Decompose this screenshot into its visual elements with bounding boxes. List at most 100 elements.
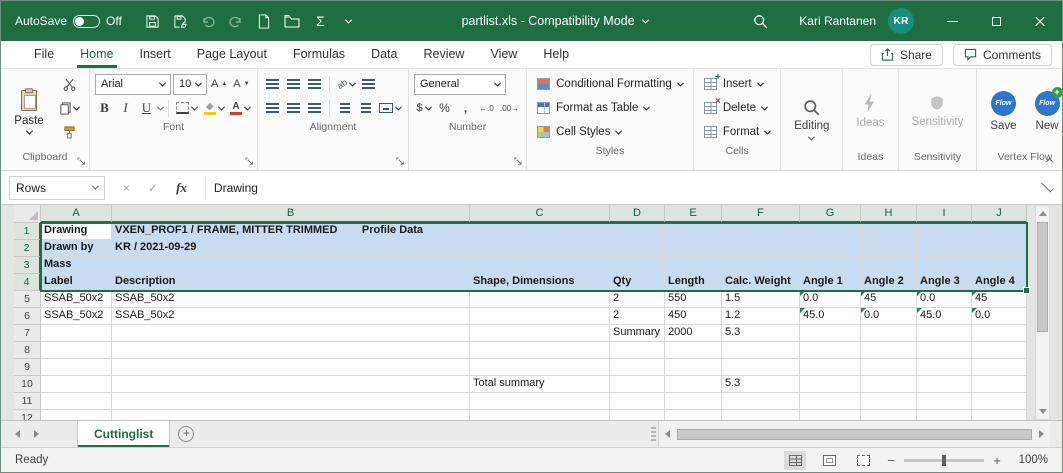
cell-C2[interactable] — [470, 240, 610, 257]
cell-F6[interactable]: 1.2 — [722, 308, 800, 325]
cell-E6[interactable]: 450 — [665, 308, 722, 325]
cell-H5[interactable]: 45 — [861, 291, 917, 308]
cell-F10[interactable]: 5.3 — [722, 376, 800, 393]
cell-I11[interactable] — [917, 393, 972, 410]
cell-C7[interactable] — [470, 325, 610, 342]
cell-B3[interactable] — [112, 257, 470, 274]
cell-A1[interactable]: Drawing — [41, 223, 112, 240]
cell-J4[interactable]: Angle 4 — [972, 274, 1027, 291]
window-title-area[interactable]: partlist.xls - Compatibility Mode — [361, 14, 748, 28]
cell-D4[interactable]: Qty — [610, 274, 665, 291]
cell-G8[interactable] — [800, 342, 861, 359]
cell-H11[interactable] — [861, 393, 917, 410]
orientation-button[interactable]: ab — [335, 74, 357, 95]
alignment-dialog-launcher[interactable] — [396, 157, 405, 166]
save-as-button[interactable] — [168, 8, 193, 34]
cell-G9[interactable] — [800, 359, 861, 376]
clipboard-dialog-launcher[interactable] — [77, 157, 86, 166]
tab-data[interactable]: Data — [358, 41, 410, 68]
align-left-button[interactable] — [263, 98, 282, 119]
add-sheet-button[interactable]: + — [170, 421, 202, 447]
cell-I4[interactable]: Angle 3 — [917, 274, 972, 291]
cell-E11[interactable] — [665, 393, 722, 410]
cell-F2[interactable] — [722, 240, 800, 257]
align-center-button[interactable] — [284, 98, 303, 119]
column-header-E[interactable]: E — [665, 205, 722, 223]
user-name[interactable]: Kari Rantanen — [799, 14, 876, 28]
row-header-3[interactable]: 3 — [14, 257, 41, 274]
cell-F3[interactable] — [722, 257, 800, 274]
flow-save-button[interactable]: Flow Save — [982, 72, 1024, 150]
save-button[interactable] — [140, 8, 165, 34]
zoom-level[interactable]: 100% — [1014, 454, 1048, 466]
column-header-H[interactable]: H — [861, 205, 917, 223]
cell-J5[interactable]: 45 — [972, 291, 1027, 308]
autosave-toggle[interactable]: AutoSave Off — [1, 14, 132, 28]
merge-center-button[interactable] — [377, 98, 403, 119]
cell-H2[interactable] — [861, 240, 917, 257]
cell-F5[interactable]: 1.5 — [722, 291, 800, 308]
percent-style-button[interactable]: % — [435, 98, 454, 119]
autosave-switch-icon[interactable] — [73, 15, 100, 28]
cell-H8[interactable] — [861, 342, 917, 359]
cell-J11[interactable] — [972, 393, 1027, 410]
cell-F8[interactable] — [722, 342, 800, 359]
italic-button[interactable]: I — [116, 98, 135, 119]
cell-C4[interactable]: Shape, Dimensions — [470, 274, 610, 291]
cell-G4[interactable]: Angle 1 — [800, 274, 861, 291]
align-bottom-button[interactable] — [305, 74, 324, 95]
copy-button[interactable] — [54, 96, 84, 120]
cell-H6[interactable]: 0.0 — [861, 308, 917, 325]
row-header-8[interactable]: 8 — [14, 342, 41, 359]
insert-function-button[interactable]: fx — [176, 180, 187, 196]
column-header-A[interactable]: A — [41, 205, 112, 223]
cell-F7[interactable]: 5.3 — [722, 325, 800, 342]
cell-H7[interactable] — [861, 325, 917, 342]
cell-G1[interactable] — [800, 223, 861, 240]
format-cells-button[interactable]: Format — [699, 120, 775, 144]
cell-E8[interactable] — [665, 342, 722, 359]
cell-C9[interactable] — [470, 359, 610, 376]
cell-H4[interactable]: Angle 2 — [861, 274, 917, 291]
tab-help[interactable]: Help — [530, 41, 582, 68]
cell-D11[interactable] — [610, 393, 665, 410]
cell-A6[interactable]: SSAB_50x2 — [41, 308, 112, 325]
cell-C11[interactable] — [470, 393, 610, 410]
cell-D3[interactable] — [610, 257, 665, 274]
font-dialog-launcher[interactable] — [245, 157, 254, 166]
cell-I6[interactable]: 45.0 — [917, 308, 972, 325]
horizontal-scrollbar[interactable] — [658, 421, 1050, 447]
cell-D9[interactable] — [610, 359, 665, 376]
cell-B9[interactable] — [112, 359, 470, 376]
align-middle-button[interactable] — [284, 74, 303, 95]
format-painter-button[interactable] — [54, 120, 84, 144]
cell-E3[interactable] — [665, 257, 722, 274]
cell-J3[interactable] — [972, 257, 1027, 274]
insert-cells-button[interactable]: +Insert — [699, 72, 775, 96]
cell-B5[interactable]: SSAB_50x2 — [112, 291, 470, 308]
tab-view[interactable]: View — [477, 41, 530, 68]
cell-A12[interactable] — [41, 410, 112, 420]
cell-A10[interactable] — [41, 376, 112, 393]
cell-D7[interactable]: Summary — [610, 325, 665, 342]
cell-I3[interactable] — [917, 257, 972, 274]
cell-D5[interactable]: 2 — [610, 291, 665, 308]
open-folder-button[interactable] — [280, 8, 305, 34]
column-header-I[interactable]: I — [917, 205, 972, 223]
cell-B6[interactable]: SSAB_50x2 — [112, 308, 470, 325]
tab-formulas[interactable]: Formulas — [280, 41, 358, 68]
view-normal-button[interactable] — [784, 451, 806, 470]
cell-C3[interactable] — [470, 257, 610, 274]
decrease-decimal-button[interactable]: .00→ — [498, 98, 521, 119]
cell-E12[interactable] — [665, 410, 722, 420]
sheet-nav-right-icon[interactable] — [34, 430, 39, 438]
cell-G3[interactable] — [800, 257, 861, 274]
cell-C1[interactable] — [470, 223, 610, 240]
font-name-select[interactable]: Arial — [95, 74, 171, 95]
cell-A7[interactable] — [41, 325, 112, 342]
share-button[interactable]: Share — [870, 44, 943, 66]
tab-page-layout[interactable]: Page Layout — [184, 41, 280, 68]
accounting-format-button[interactable]: $ — [414, 98, 433, 119]
minimize-button[interactable] — [930, 1, 974, 41]
borders-button[interactable] — [174, 98, 199, 119]
